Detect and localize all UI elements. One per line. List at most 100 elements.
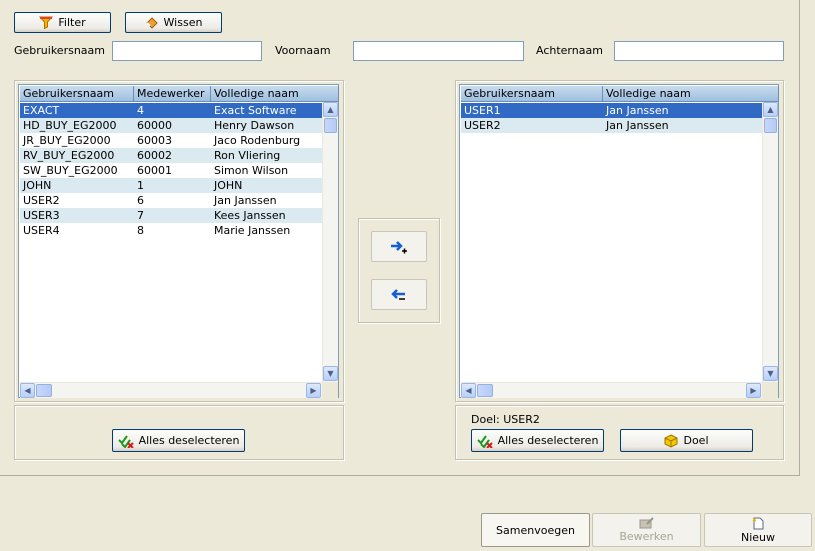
left-vertical-scrollbar[interactable]: ▲ ▼ bbox=[322, 102, 338, 382]
left-user-grid: Gebruikersnaam Medewerker Volledige naam… bbox=[18, 84, 339, 398]
table-row[interactable]: RV_BUY_EG2000 60002 Ron Vliering bbox=[20, 148, 322, 163]
nieuw-label: Nieuw bbox=[740, 530, 776, 544]
nieuw-button[interactable]: Nieuw bbox=[704, 513, 812, 547]
table-row[interactable]: USER3 7 Kees Janssen bbox=[20, 208, 322, 223]
table-cell: Jan Janssen bbox=[214, 194, 277, 207]
scroll-right-icon[interactable]: ▶ bbox=[306, 383, 321, 398]
doel-button-label: Doel bbox=[683, 434, 709, 447]
scrollbar-corner bbox=[762, 382, 778, 398]
right-grid-rows: USER1 Jan Janssen USER2 Jan Janssen bbox=[461, 103, 762, 133]
scroll-right-icon[interactable]: ▶ bbox=[746, 383, 761, 398]
table-row[interactable]: USER1 Jan Janssen bbox=[461, 103, 762, 118]
left-col-volledige-naam[interactable]: Volledige naam bbox=[211, 86, 339, 102]
table-cell: 8 bbox=[137, 224, 144, 237]
table-row[interactable]: JR_BUY_EG2000 60003 Jaco Rodenburg bbox=[20, 133, 322, 148]
arrow-left-minus-icon bbox=[389, 287, 409, 303]
doel-button[interactable]: Doel bbox=[620, 429, 753, 452]
achternaam-input[interactable] bbox=[614, 41, 784, 61]
scroll-left-icon[interactable]: ◀ bbox=[461, 383, 476, 398]
table-cell: Jan Janssen bbox=[606, 104, 669, 117]
table-row[interactable]: EXACT 4 Exact Software bbox=[20, 103, 322, 118]
wissen-button-label: Wissen bbox=[163, 16, 203, 29]
right-col-volledige-naam[interactable]: Volledige naam bbox=[603, 86, 779, 102]
table-row[interactable]: USER2 Jan Janssen bbox=[461, 118, 762, 133]
table-cell: USER3 bbox=[23, 209, 60, 222]
left-col-medewerker[interactable]: Medewerker bbox=[134, 86, 211, 102]
table-cell: Jaco Rodenburg bbox=[214, 134, 301, 147]
wissen-button[interactable]: Wissen bbox=[125, 12, 222, 33]
add-user-button[interactable] bbox=[371, 231, 427, 262]
right-deselect-all-button[interactable]: Alles deselecteren bbox=[471, 429, 604, 452]
left-deselect-label: Alles deselecteren bbox=[138, 434, 240, 447]
table-cell: USER1 bbox=[464, 104, 501, 117]
table-cell: Kees Janssen bbox=[214, 209, 286, 222]
remove-user-button[interactable] bbox=[371, 279, 427, 310]
table-row[interactable]: USER2 6 Jan Janssen bbox=[20, 193, 322, 208]
table-cell: HD_BUY_EG2000 bbox=[23, 119, 117, 132]
table-cell: Marie Janssen bbox=[214, 224, 291, 237]
samenvoegen-button[interactable]: Samenvoegen bbox=[481, 513, 590, 547]
left-col-gebruikersnaam[interactable]: Gebruikersnaam bbox=[20, 86, 134, 102]
scroll-down-icon[interactable]: ▼ bbox=[323, 366, 338, 381]
table-cell: 60000 bbox=[137, 119, 172, 132]
table-cell: 6 bbox=[137, 194, 144, 207]
samenvoegen-label: Samenvoegen bbox=[496, 523, 575, 537]
table-cell: Exact Software bbox=[214, 104, 297, 117]
table-cell: USER2 bbox=[464, 119, 501, 132]
achternaam-label: Achternaam bbox=[536, 44, 603, 57]
table-cell: Ron Vliering bbox=[214, 149, 281, 162]
table-cell: JR_BUY_EG2000 bbox=[23, 134, 111, 147]
table-cell: Henry Dawson bbox=[214, 119, 295, 132]
table-cell: 60002 bbox=[137, 149, 172, 162]
scroll-up-icon[interactable]: ▲ bbox=[323, 102, 338, 117]
scroll-thumb[interactable] bbox=[324, 118, 337, 133]
scroll-thumb[interactable] bbox=[764, 118, 777, 133]
right-deselect-label: Alles deselecteren bbox=[497, 434, 599, 447]
arrow-right-plus-icon bbox=[389, 239, 409, 255]
table-row[interactable]: SW_BUY_EG2000 60001 Simon Wilson bbox=[20, 163, 322, 178]
scroll-thumb[interactable] bbox=[477, 384, 493, 397]
table-cell: RV_BUY_EG2000 bbox=[23, 149, 115, 162]
funnel-icon bbox=[39, 16, 54, 29]
table-row[interactable]: USER4 8 Marie Janssen bbox=[20, 223, 322, 238]
right-grid-header: Gebruikersnaam Volledige naam bbox=[461, 86, 779, 102]
scroll-left-icon[interactable]: ◀ bbox=[20, 383, 35, 398]
eraser-icon bbox=[145, 16, 159, 29]
scroll-thumb[interactable] bbox=[36, 384, 52, 397]
table-row[interactable]: JOHN 1 JOHN bbox=[20, 178, 322, 193]
table-cell: USER4 bbox=[23, 224, 60, 237]
table-cell: 60003 bbox=[137, 134, 172, 147]
table-cell: EXACT bbox=[23, 104, 60, 117]
scroll-up-icon[interactable]: ▲ bbox=[763, 102, 778, 117]
table-cell: USER2 bbox=[23, 194, 60, 207]
deselect-check-icon bbox=[117, 434, 134, 448]
right-col-gebruikersnaam[interactable]: Gebruikersnaam bbox=[461, 86, 603, 102]
voornaam-label: Voornaam bbox=[275, 44, 331, 57]
table-cell: JOHN bbox=[214, 179, 243, 192]
left-deselect-all-button[interactable]: Alles deselecteren bbox=[112, 429, 245, 452]
right-vertical-scrollbar[interactable]: ▲ ▼ bbox=[762, 102, 778, 382]
table-cell: Simon Wilson bbox=[214, 164, 289, 177]
filter-button[interactable]: Filter bbox=[14, 12, 111, 33]
table-cell: 7 bbox=[137, 209, 144, 222]
filter-button-label: Filter bbox=[58, 16, 86, 29]
bewerken-button[interactable]: Bewerken bbox=[592, 513, 701, 547]
table-row[interactable]: HD_BUY_EG2000 60000 Henry Dawson bbox=[20, 118, 322, 133]
doel-status-text: Doel: USER2 bbox=[471, 413, 540, 426]
right-user-grid: Gebruikersnaam Volledige naam USER1 Jan J… bbox=[459, 84, 779, 398]
bewerken-label: Bewerken bbox=[619, 530, 674, 543]
left-grid-header: Gebruikersnaam Medewerker Volledige naam bbox=[20, 86, 339, 102]
table-cell: 60001 bbox=[137, 164, 172, 177]
scroll-down-icon[interactable]: ▼ bbox=[763, 366, 778, 381]
gebruikersnaam-label: Gebruikersnaam bbox=[14, 44, 105, 57]
table-cell: 4 bbox=[137, 104, 144, 117]
new-document-icon bbox=[751, 517, 765, 530]
left-horizontal-scrollbar[interactable]: ◀ ▶ bbox=[20, 382, 322, 398]
right-horizontal-scrollbar[interactable]: ◀ ▶ bbox=[461, 382, 762, 398]
gebruikersnaam-input[interactable] bbox=[112, 41, 262, 61]
table-cell: JOHN bbox=[23, 179, 52, 192]
cube-icon bbox=[664, 433, 678, 448]
window-right-edge bbox=[799, 0, 800, 476]
scrollbar-corner bbox=[322, 382, 338, 398]
voornaam-input[interactable] bbox=[353, 41, 524, 61]
